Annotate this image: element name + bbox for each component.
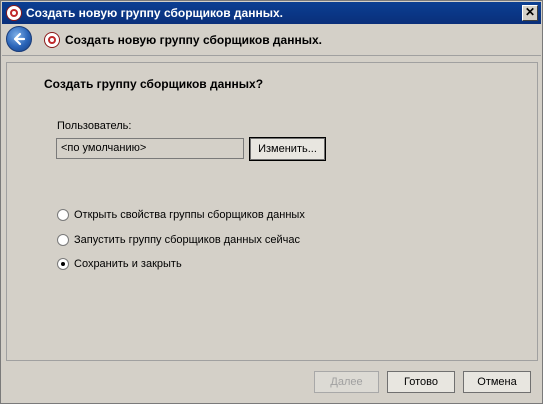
wizard-nav-bar: Создать новую группу сборщиков данных. [2,24,541,56]
next-button[interactable]: Далее [314,371,379,393]
window-title: Создать новую группу сборщиков данных. [26,6,283,20]
perfmon-app-icon [6,5,22,21]
title-bar: Создать новую группу сборщиков данных. ✕ [2,2,541,24]
wizard-window: Создать новую группу сборщиков данных. ✕… [0,0,543,404]
page-heading: Создать группу сборщиков данных? [44,77,264,91]
radio-start-now[interactable] [57,234,69,246]
user-field: <по умолчанию> [56,138,244,159]
wizard-footer: Далее Готово Отмена [1,363,542,403]
wizard-title: Создать новую группу сборщиков данных. [65,33,322,47]
option-label: Сохранить и закрыть [74,258,182,270]
back-arrow-icon[interactable] [6,26,32,52]
cancel-button[interactable]: Отмена [463,371,531,393]
finish-button[interactable]: Готово [387,371,455,393]
option-label: Открыть свойства группы сборщиков данных [74,209,305,221]
wizard-content-panel: Создать группу сборщиков данных? Пользов… [6,62,538,361]
radio-save-close[interactable] [57,258,69,270]
perfmon-icon [44,32,60,48]
close-button[interactable]: ✕ [522,5,538,21]
user-label: Пользователь: [57,120,132,132]
radio-open-properties[interactable] [57,209,69,221]
change-user-button[interactable]: Изменить... [249,137,326,161]
option-label: Запустить группу сборщиков данных сейчас [74,234,301,246]
